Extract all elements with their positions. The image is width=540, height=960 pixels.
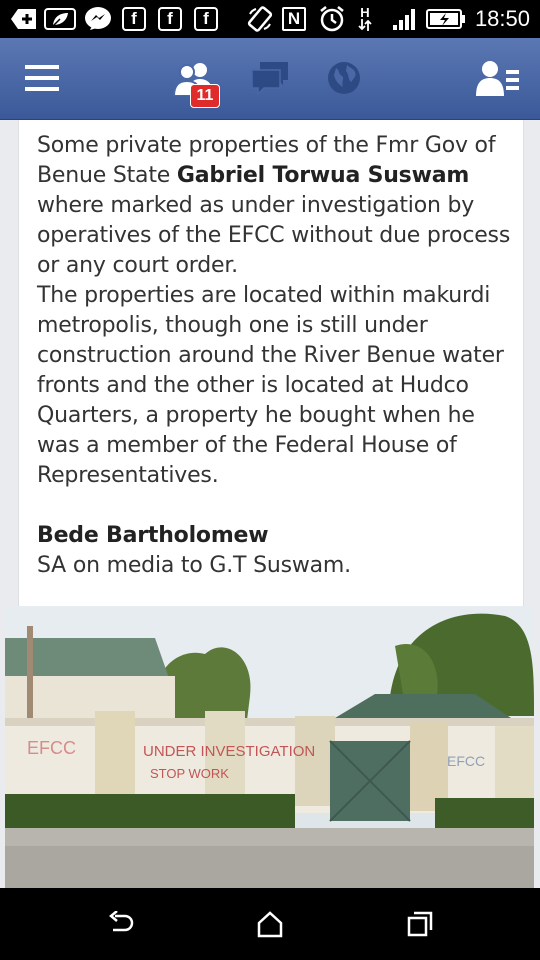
- facebook-icon: f: [122, 6, 146, 32]
- news-feed[interactable]: Some private properties of the Fmr Gov o…: [0, 120, 540, 888]
- battery-charging-icon: [426, 6, 466, 32]
- facebook-icon: f: [194, 6, 218, 32]
- post-card: Some private properties of the Fmr Gov o…: [18, 120, 524, 606]
- tagged-name[interactable]: Gabriel Torwua Suswam: [177, 163, 469, 188]
- nfc-icon: N: [282, 6, 306, 32]
- messages-icon[interactable]: [248, 56, 292, 100]
- alarm-icon: [318, 6, 346, 32]
- leaf-icon: [44, 6, 76, 32]
- globe-icon[interactable]: [322, 56, 366, 100]
- author-name: Bede Bartholomew: [37, 523, 269, 548]
- post-photo[interactable]: EFCC UNDER INVESTIGATION STOP WORK EFCC: [5, 606, 534, 888]
- network-h-icon: H: [358, 6, 372, 32]
- messenger-icon: [84, 6, 112, 32]
- recents-icon[interactable]: [400, 906, 440, 942]
- back-icon[interactable]: [100, 906, 140, 942]
- facebook-icon: f: [158, 6, 182, 32]
- post-text: Some private properties of the Fmr Gov o…: [37, 131, 511, 581]
- people-list-icon[interactable]: [476, 56, 520, 100]
- facebook-top-bar: 11: [0, 38, 540, 120]
- post-paragraph-1: Some private properties of the Fmr Gov o…: [37, 133, 511, 278]
- navigation-bar: [0, 888, 540, 960]
- friend-requests-badge: 11: [190, 84, 220, 108]
- wall-graffiti-left: EFCC: [27, 738, 76, 758]
- menu-icon[interactable]: [20, 56, 64, 100]
- wall-graffiti-right: EFCC: [447, 753, 485, 769]
- post-paragraph-2: The properties are located within makurd…: [37, 283, 504, 488]
- signal-icon: [392, 6, 418, 32]
- author-title: SA on media to G.T Suswam.: [37, 553, 351, 578]
- wall-graffiti-sub: STOP WORK: [150, 766, 229, 781]
- wall-graffiti-middle: UNDER INVESTIGATION: [143, 743, 315, 760]
- status-bar: f f f N H 18:50: [0, 0, 540, 38]
- rotate-icon: [247, 6, 273, 32]
- clock: 18:50: [474, 6, 530, 31]
- add-icon: [10, 6, 38, 32]
- home-icon[interactable]: [250, 906, 290, 942]
